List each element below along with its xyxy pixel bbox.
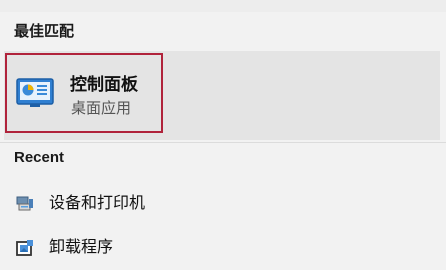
recent-item-label: 设备和打印机 bbox=[49, 195, 146, 212]
section-divider bbox=[0, 142, 446, 143]
app-title: 控制面板 bbox=[70, 75, 138, 94]
top-edge bbox=[0, 0, 446, 12]
devices-printers-icon bbox=[16, 196, 33, 211]
recent-item-devices-printers[interactable]: 设备和打印机 bbox=[0, 186, 446, 222]
recent-header: Recent bbox=[14, 149, 65, 166]
best-match-header: 最佳匹配 bbox=[14, 23, 75, 40]
uninstall-program-icon bbox=[16, 240, 33, 256]
app-subtitle: 桌面应用 bbox=[71, 100, 132, 117]
recent-item-uninstall-program[interactable]: 卸载程序 bbox=[0, 230, 446, 266]
search-results-panel: 最佳匹配 控制面板 桌面应用 Recent 设备和打印机 卸载程序 bbox=[0, 0, 446, 270]
control-panel-icon bbox=[16, 78, 54, 107]
recent-item-label: 卸载程序 bbox=[49, 239, 114, 256]
